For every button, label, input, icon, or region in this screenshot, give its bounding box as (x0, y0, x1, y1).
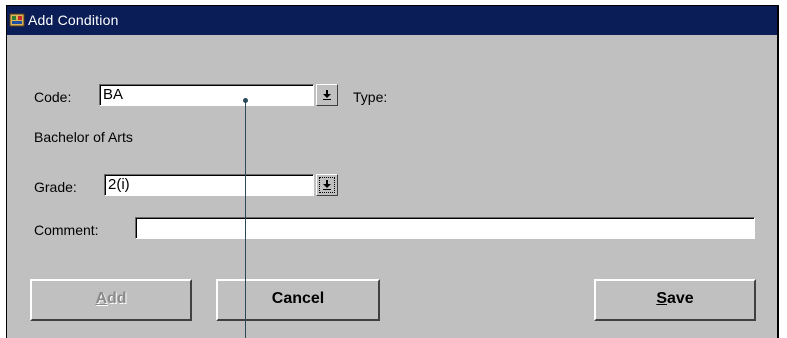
cancel-button[interactable]: Cancel (216, 279, 380, 321)
pointer-dot (243, 98, 248, 103)
add-button[interactable]: Add (30, 279, 192, 321)
code-lov-button[interactable] (316, 84, 338, 106)
description-text: Bachelor of Arts (34, 129, 133, 145)
comment-field[interactable] (135, 217, 755, 239)
grade-field[interactable]: 2(i) (104, 174, 314, 196)
add-condition-dialog: Add Condition Code: BA Type: Bachelor of… (6, 5, 779, 338)
pointer-line (245, 100, 246, 338)
dropdown-arrow-icon (323, 90, 331, 100)
grade-lov-button[interactable] (316, 174, 338, 196)
comment-label: Comment: (34, 222, 99, 238)
type-label: Type: (353, 89, 388, 105)
title-bar[interactable]: Add Condition (7, 6, 777, 35)
code-field[interactable]: BA (99, 84, 314, 106)
window-title: Add Condition (28, 12, 119, 28)
add-button-label: dd (107, 290, 127, 307)
dropdown-arrow-icon (323, 180, 331, 190)
add-button-mnemonic: A (95, 290, 107, 307)
grade-label: Grade: (34, 179, 77, 195)
save-button-label: ave (666, 290, 694, 307)
save-button[interactable]: Save (594, 279, 756, 321)
save-button-mnemonic: S (656, 290, 667, 307)
code-label: Code: (34, 89, 72, 105)
app-icon (9, 13, 25, 27)
